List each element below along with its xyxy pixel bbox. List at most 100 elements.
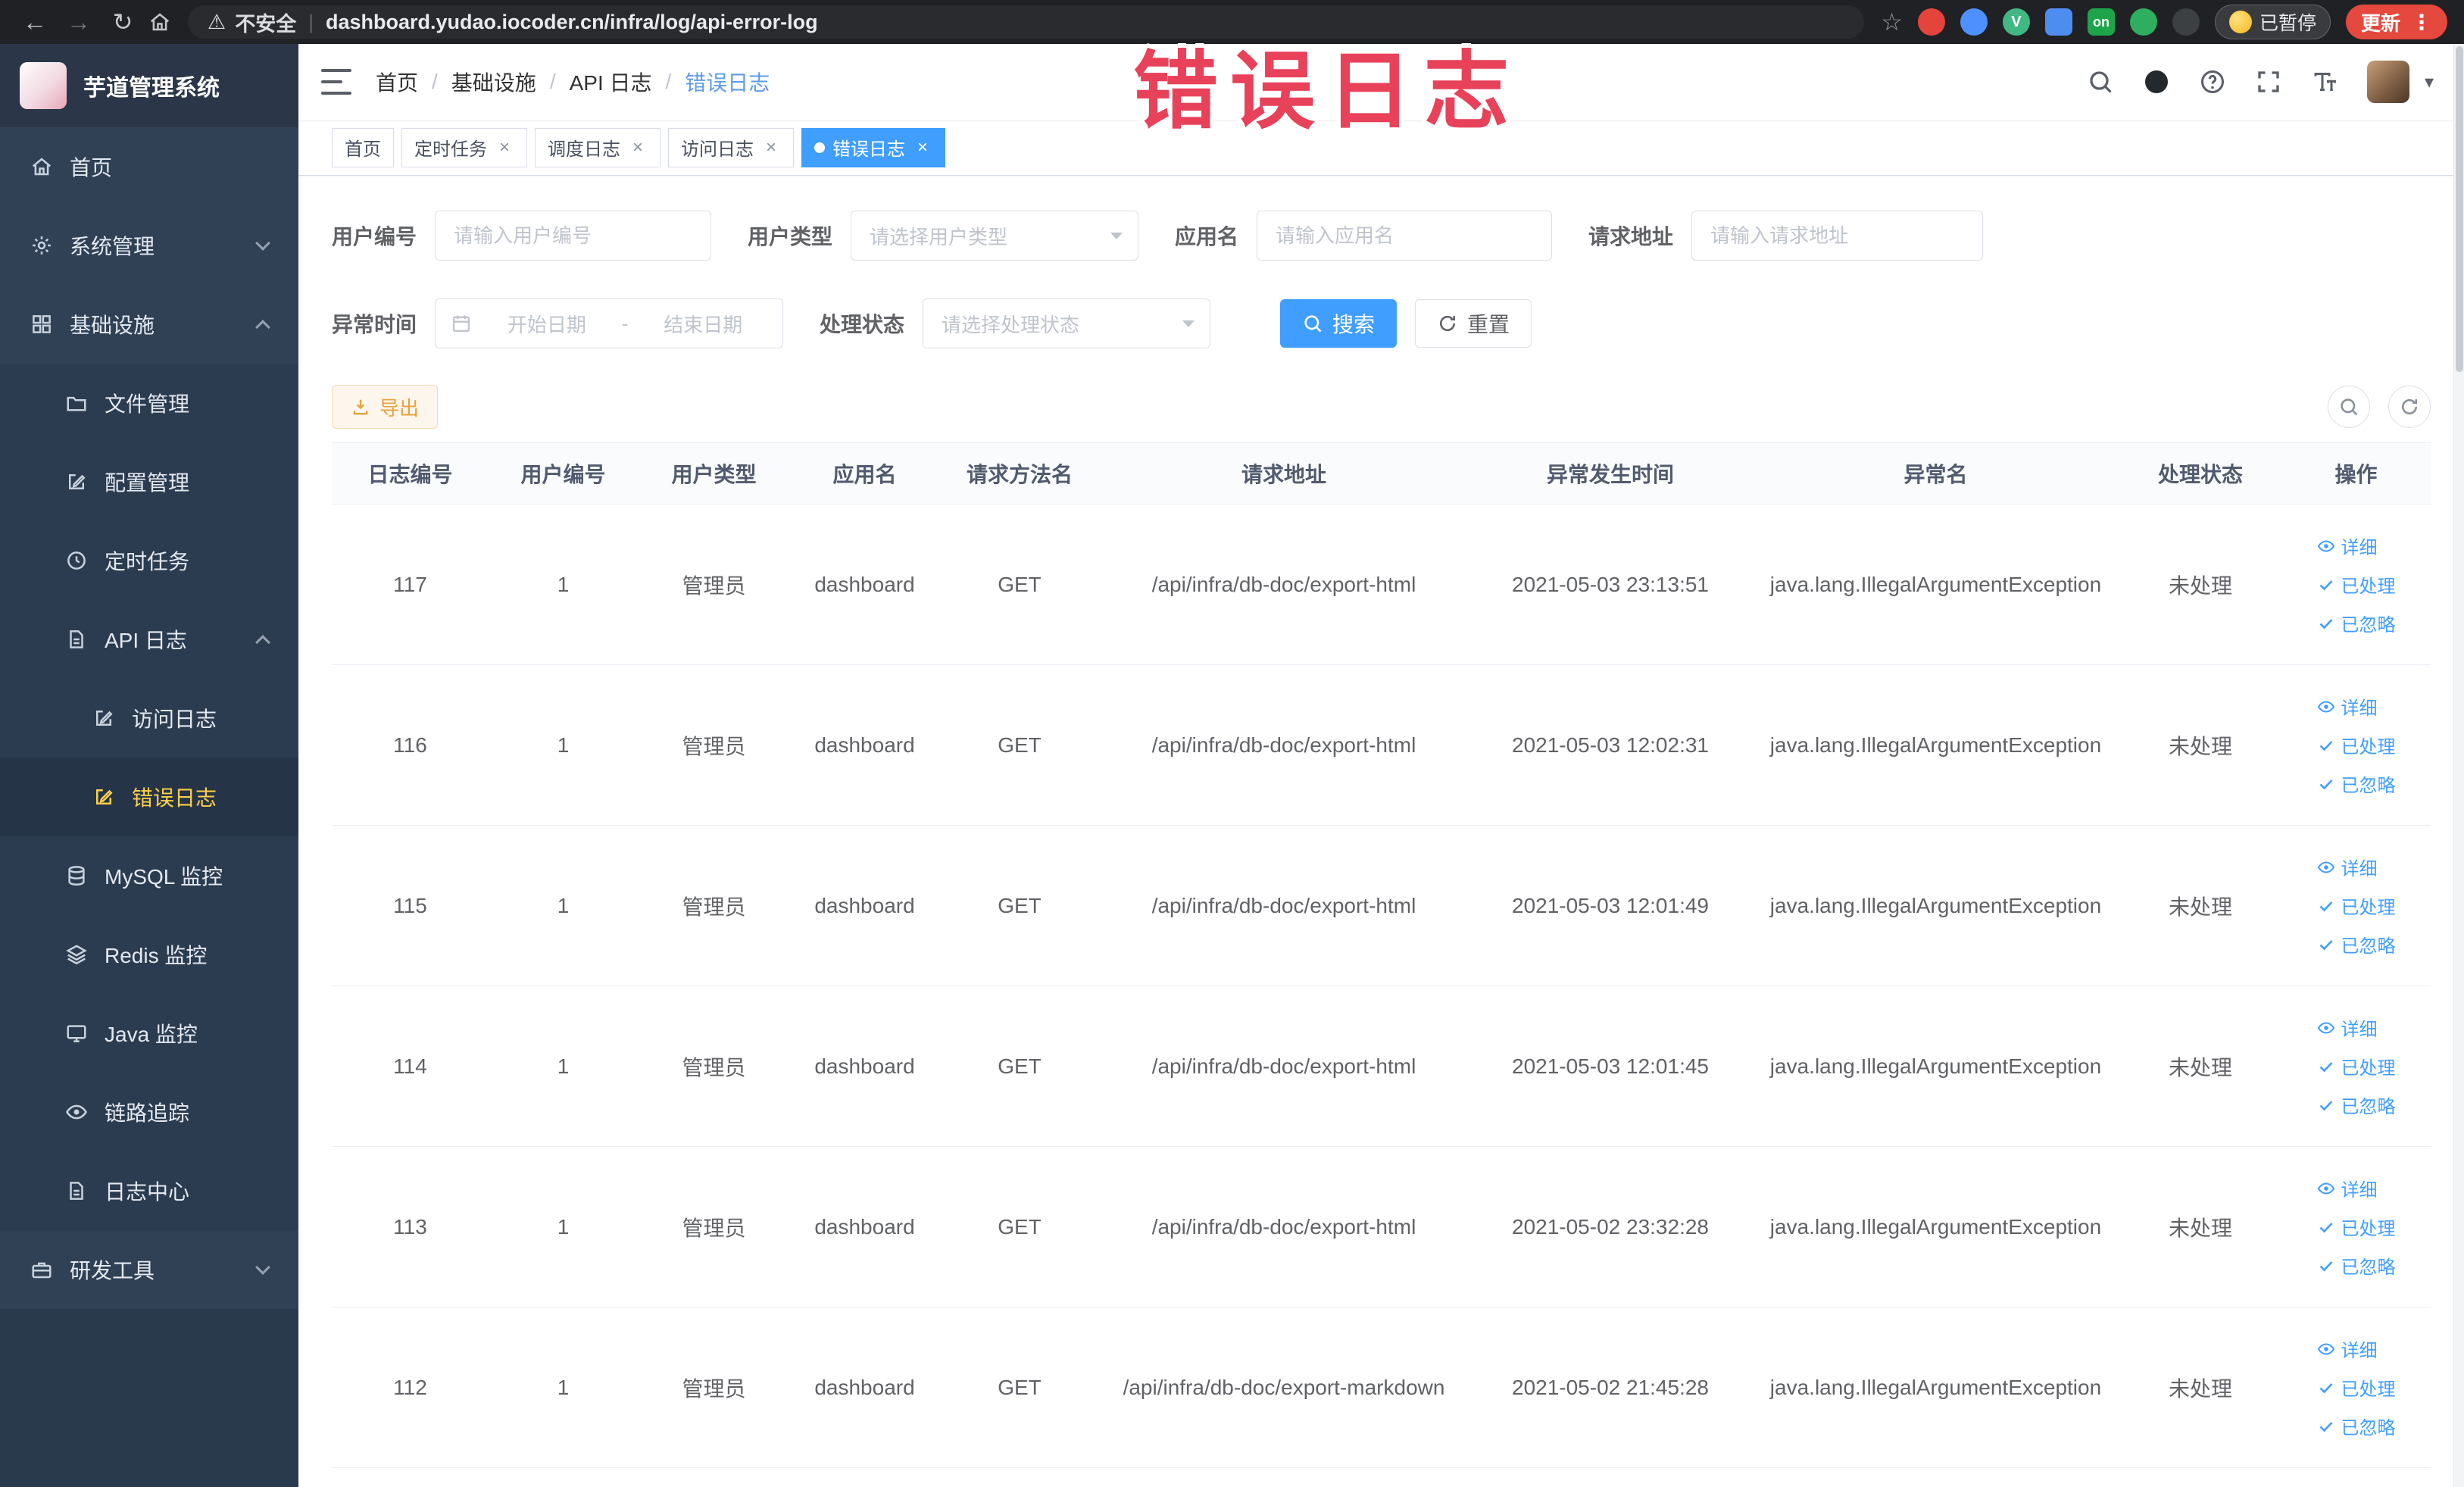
extension-record-icon[interactable] <box>1917 8 1945 36</box>
search-button[interactable]: 搜索 <box>1280 299 1398 348</box>
sidebar-item-api-logs[interactable]: API 日志 <box>0 600 298 679</box>
sidebar-item-file-management[interactable]: 文件管理 <box>0 364 298 442</box>
sidebar-item-infrastructure[interactable]: 基础设施 <box>0 285 298 364</box>
tab-error-log[interactable]: 错误日志 × <box>801 127 945 167</box>
hamburger-menu-button[interactable] <box>321 69 351 95</box>
sidebar-item-trace[interactable]: 链路追踪 <box>0 1073 298 1151</box>
sidebar-item-access-log[interactable]: 访问日志 <box>0 679 298 758</box>
browser-forward-button[interactable]: → <box>61 8 97 36</box>
process-status-select[interactable]: 请选择处理状态 <box>923 298 1211 348</box>
tab-label: 定时任务 <box>414 139 487 160</box>
tab-access-log[interactable]: 访问日志 × <box>668 127 794 167</box>
mark-processed-link[interactable]: 已处理 <box>2317 571 2396 598</box>
cell-actions: 详细 已处理 已忽略 <box>2282 533 2430 636</box>
paused-badge[interactable]: 已暂停 <box>2214 5 2331 39</box>
browser-update-button[interactable]: 更新 ⋮ <box>2345 5 2447 39</box>
extension-on-icon[interactable]: on <box>2087 8 2115 36</box>
breadcrumb-api-logs[interactable]: API 日志 <box>570 67 652 97</box>
browser-reload-button[interactable]: ↻ <box>105 8 141 36</box>
menu-label: 访问日志 <box>132 708 217 731</box>
extension-leaf-icon[interactable] <box>2129 8 2157 36</box>
logo-avatar <box>20 62 67 109</box>
sidebar-item-mysql-monitor[interactable]: MySQL 监控 <box>0 836 298 915</box>
filter-exception-time: 异常时间 开始日期 - 结束日期 <box>332 298 784 348</box>
reset-button[interactable]: 重置 <box>1415 299 1532 348</box>
mark-ignored-link[interactable]: 已忽略 <box>2317 1092 2396 1118</box>
browser-actions: ☆ V on 已暂停 更新 ⋮ <box>1881 5 2447 39</box>
app-name-input[interactable] <box>1257 211 1553 261</box>
mark-ignored-link[interactable]: 已忽略 <box>2317 931 2396 957</box>
user-type-select[interactable]: 请选择用户类型 <box>851 211 1139 261</box>
github-icon[interactable] <box>2143 68 2170 95</box>
sidebar-item-home[interactable]: 首页 <box>0 127 298 206</box>
page-scrollbar[interactable] <box>2453 44 2464 1487</box>
sidebar-item-redis-monitor[interactable]: Redis 监控 <box>0 915 298 994</box>
font-size-icon[interactable] <box>2311 68 2338 95</box>
mark-processed-link[interactable]: 已处理 <box>2317 1053 2396 1079</box>
cell-method: GET <box>998 572 1042 596</box>
detail-link[interactable]: 详细 <box>2317 1014 2378 1041</box>
tab-home[interactable]: 首页 <box>332 127 394 167</box>
breadcrumb-home[interactable]: 首页 <box>376 67 418 97</box>
sidebar-item-dev-tools[interactable]: 研发工具 <box>0 1230 298 1309</box>
sidebar-item-scheduled-tasks[interactable]: 定时任务 <box>0 521 298 600</box>
browser-home-button[interactable] <box>148 11 171 33</box>
export-button[interactable]: 导出 <box>332 385 439 429</box>
sidebar-item-config-management[interactable]: 配置管理 <box>0 442 298 521</box>
browser-back-button[interactable]: ← <box>17 8 53 36</box>
detail-link[interactable]: 详细 <box>2317 1175 2378 1201</box>
sidebar-item-java-monitor[interactable]: Java 监控 <box>0 994 298 1073</box>
address-bar[interactable]: ⚠ 不安全 | dashboard.yudao.iocoder.cn/infra… <box>188 5 1865 39</box>
search-icon <box>2338 396 2359 417</box>
sidebar-item-error-log[interactable]: 错误日志 <box>0 758 298 836</box>
help-icon[interactable] <box>2199 68 2226 95</box>
extension-pin-icon[interactable] <box>2172 8 2200 36</box>
sidebar-item-log-center[interactable]: 日志中心 <box>0 1151 298 1230</box>
user-avatar[interactable] <box>2366 61 2409 103</box>
mark-ignored-link[interactable]: 已忽略 <box>2317 770 2396 797</box>
reset-button-label: 重置 <box>1467 313 1510 336</box>
tab-job-log[interactable]: 调度日志 × <box>535 127 661 167</box>
request-url-input[interactable] <box>1691 211 1984 261</box>
extension-vue-icon[interactable]: V <box>2002 8 2030 36</box>
sidebar-item-system-management[interactable]: 系统管理 <box>0 206 298 285</box>
breadcrumb-infrastructure[interactable]: 基础设施 <box>451 67 536 97</box>
tab-close-icon[interactable]: × <box>628 137 648 158</box>
mark-ignored-link[interactable]: 已忽略 <box>2317 610 2396 636</box>
refresh-table-button[interactable] <box>2388 386 2431 428</box>
tags-view: 首页 定时任务 × 调度日志 × 访问日志 × 错误日志 × <box>298 120 2464 176</box>
mark-ignored-link[interactable]: 已忽略 <box>2317 1413 2396 1439</box>
user-id-input[interactable] <box>435 211 712 261</box>
detail-link[interactable]: 详细 <box>2317 533 2378 559</box>
tab-close-icon[interactable]: × <box>761 137 781 158</box>
app-logo[interactable]: 芋道管理系统 <box>0 44 298 127</box>
security-warning[interactable]: ⚠ 不安全 <box>208 8 296 37</box>
detail-link[interactable]: 详细 <box>2317 1335 2378 1362</box>
detail-link[interactable]: 详细 <box>2317 854 2378 880</box>
toggle-search-button[interactable] <box>2328 386 2370 428</box>
mark-processed-link[interactable]: 已处理 <box>2317 732 2396 758</box>
extension-grid-icon[interactable] <box>2044 8 2072 36</box>
caret-down-icon[interactable]: ▾ <box>2425 71 2434 93</box>
tab-close-icon[interactable]: × <box>495 137 514 158</box>
bookmark-star-icon[interactable]: ☆ <box>1881 8 1903 36</box>
sidebar: 芋道管理系统 首页 系统管理 基础设施 文件管理 配置管理 定时任务 API 日… <box>0 44 298 1487</box>
mark-processed-link[interactable]: 已处理 <box>2317 1374 2396 1401</box>
extension-drop-icon[interactable] <box>1960 8 1988 36</box>
search-icon[interactable] <box>2087 68 2114 95</box>
cell-app-name: dashboard <box>814 1375 915 1399</box>
document-icon <box>65 628 88 651</box>
menu-label: 首页 <box>70 156 113 180</box>
table-toolbar: 导出 <box>332 385 2431 429</box>
mark-processed-link[interactable]: 已处理 <box>2317 892 2396 919</box>
mark-processed-link[interactable]: 已处理 <box>2317 1214 2396 1240</box>
detail-link[interactable]: 详细 <box>2317 693 2378 720</box>
process-status-label: 处理状态 <box>820 313 905 336</box>
tab-close-icon[interactable]: × <box>913 137 932 158</box>
tab-scheduled-tasks[interactable]: 定时任务 × <box>401 127 527 167</box>
top-navbar: 首页 / 基础设施 / API 日志 / 错误日志 ▾ <box>298 44 2464 120</box>
scrollbar-thumb[interactable] <box>2455 46 2463 372</box>
date-range-picker[interactable]: 开始日期 - 结束日期 <box>435 298 784 348</box>
mark-ignored-link[interactable]: 已忽略 <box>2317 1252 2396 1279</box>
fullscreen-icon[interactable] <box>2255 68 2282 95</box>
